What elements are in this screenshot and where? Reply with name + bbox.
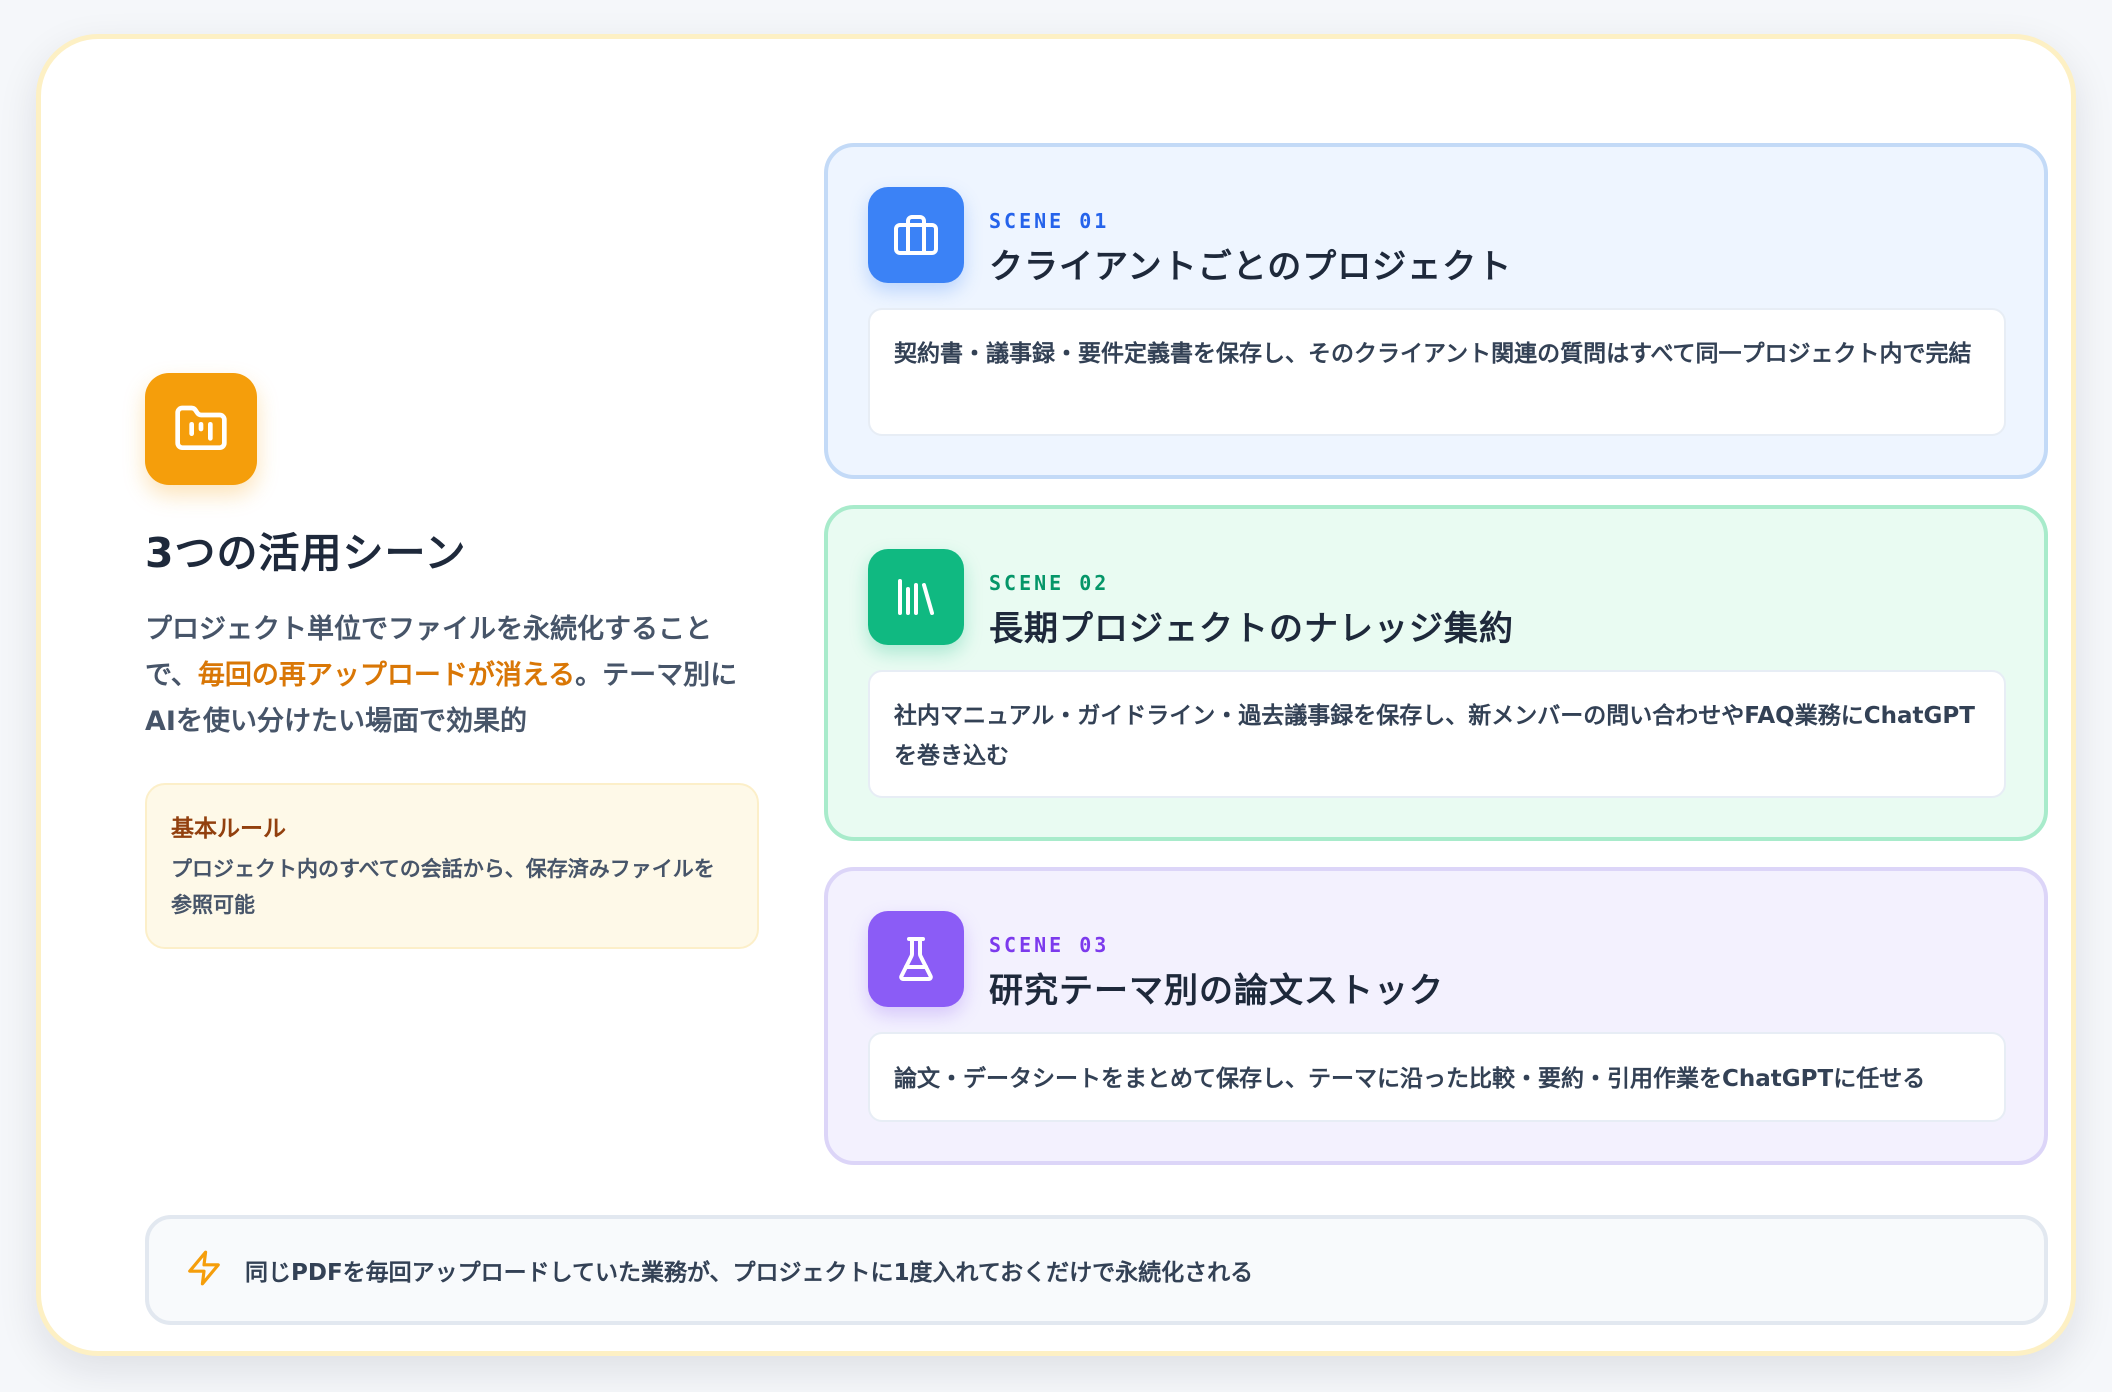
scene-card-01: SCENE 01 クライアントごとのプロジェクト 契約書・議事録・要件定義書を保…: [824, 143, 2048, 479]
overview-panel: 3つの活用シーン プロジェクト単位でファイルを永続化することで、毎回の再アップロ…: [145, 373, 759, 949]
page-title: 3つの活用シーン: [145, 529, 467, 577]
scene-card-02: SCENE 02 長期プロジェクトのナレッジ集約 社内マニュアル・ガイドライン・…: [824, 505, 2048, 841]
lightning-icon: [185, 1249, 223, 1291]
scene-title: クライアントごとのプロジェクト: [989, 247, 1513, 287]
scene-tag: SCENE 03: [989, 933, 1110, 957]
scene-tag: SCENE 01: [989, 209, 1110, 233]
basic-rule-box: 基本ルール プロジェクト内のすべての会話から、保存済みファイルを参照可能: [145, 783, 759, 949]
scene-description: 契約書・議事録・要件定義書を保存し、そのクライアント関連の質問はすべて同一プロジ…: [868, 308, 2006, 436]
briefcase-icon: [868, 187, 964, 283]
page-description: プロジェクト単位でファイルを永続化することで、毎回の再アップロードが消える。テー…: [145, 607, 759, 745]
scene-title: 研究テーマ別の論文ストック: [989, 971, 1444, 1011]
library-icon: [868, 549, 964, 645]
slide-frame: 3つの活用シーン プロジェクト単位でファイルを永続化することで、毎回の再アップロ…: [36, 34, 2076, 1356]
scene-card-03: SCENE 03 研究テーマ別の論文ストック 論文・データシートをまとめて保存し…: [824, 867, 2048, 1165]
flask-icon: [868, 911, 964, 1007]
summary-note-text: 同じPDFを毎回アップロードしていた業務が、プロジェクトに1度入れておくだけで永…: [245, 1260, 1254, 1286]
scene-description: 社内マニュアル・ガイドライン・過去議事録を保存し、新メンバーの問い合わせやFAQ…: [868, 670, 2006, 798]
basic-rule-text: プロジェクト内のすべての会話から、保存済みファイルを参照可能: [171, 857, 715, 917]
scene-tag: SCENE 02: [989, 571, 1110, 595]
scene-description: 論文・データシートをまとめて保存し、テーマに沿った比較・要約・引用作業をChat…: [868, 1032, 2006, 1122]
summary-note: 同じPDFを毎回アップロードしていた業務が、プロジェクトに1度入れておくだけで永…: [145, 1215, 2048, 1325]
folder-chart-icon: [145, 373, 257, 485]
description-highlight: 毎回の再アップロードが消える: [197, 660, 576, 691]
scene-title: 長期プロジェクトのナレッジ集約: [989, 609, 1514, 649]
basic-rule-title: 基本ルール: [171, 816, 286, 842]
